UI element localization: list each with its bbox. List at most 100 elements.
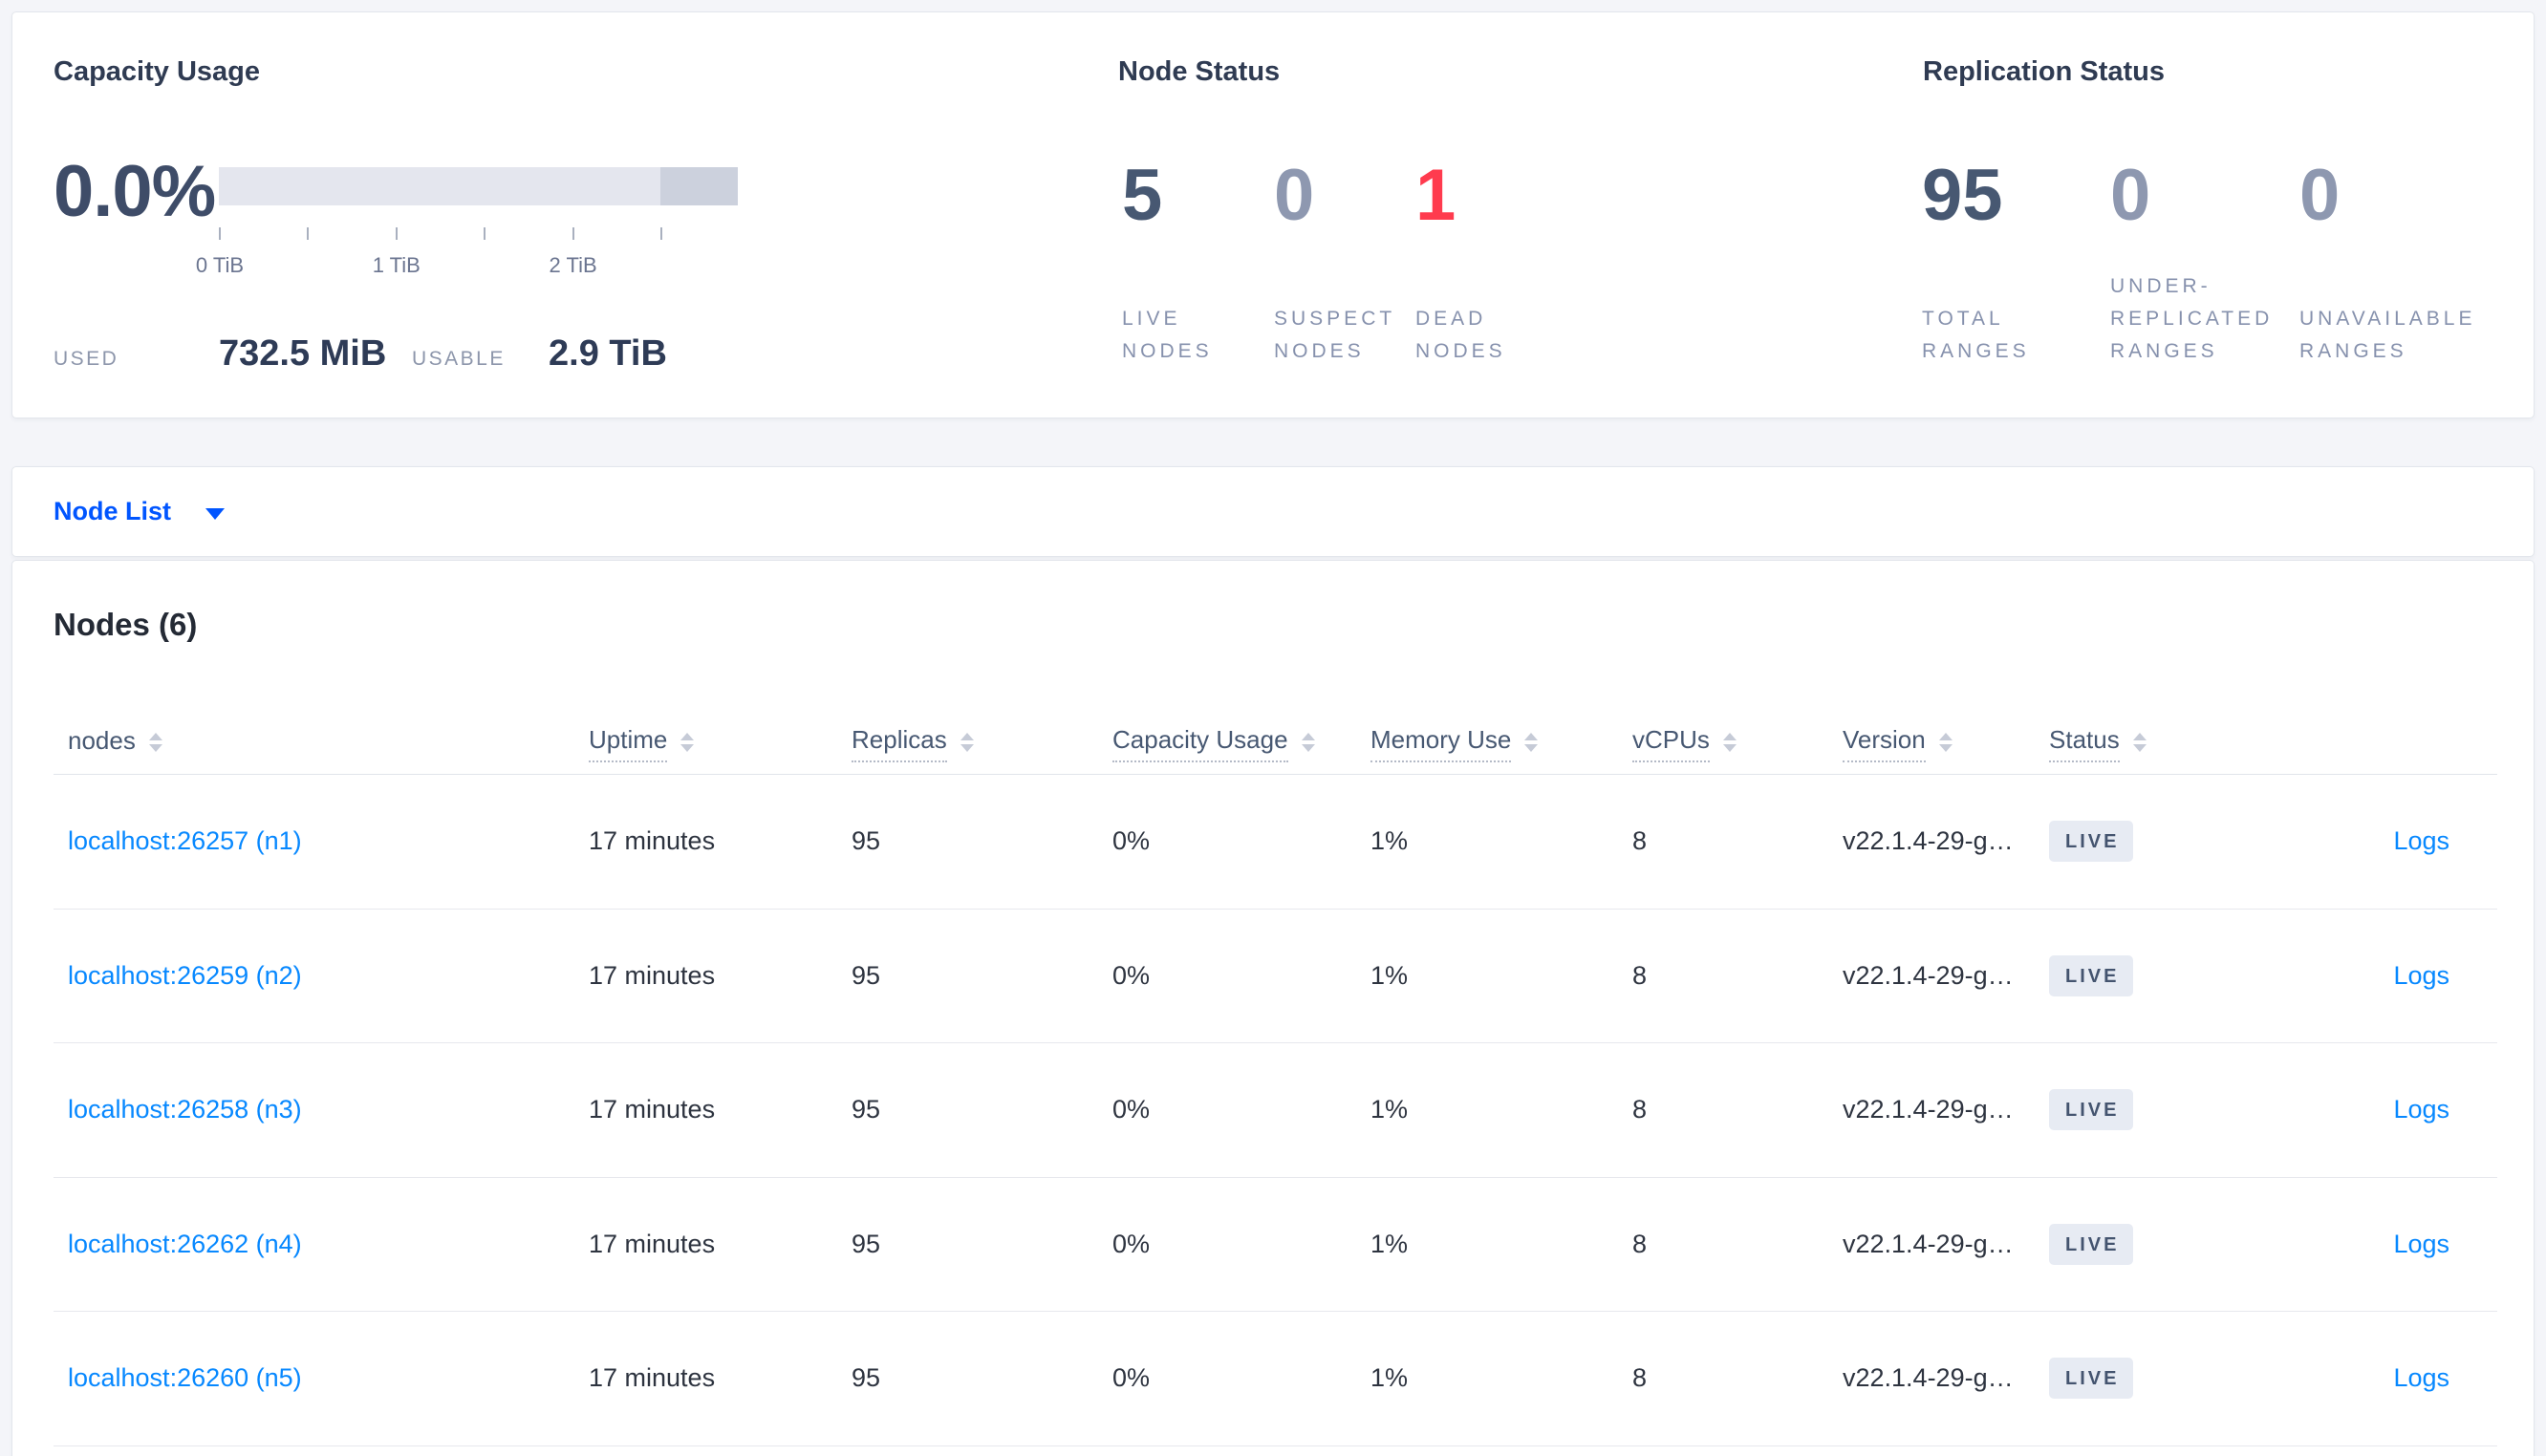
axis-tick-label: 0 TiB	[195, 253, 245, 277]
dead-nodes-label: DEAD NODES	[1415, 308, 1506, 362]
logs-link[interactable]: Logs	[2393, 1095, 2449, 1124]
node-status-title: Node Status	[1118, 56, 1281, 87]
capacity-bar	[219, 167, 738, 205]
version-cell: v22.1.4-29-g…	[1843, 1363, 2014, 1393]
unavailable-ranges-metric: 0 UNAVAILABLE RANGES	[2299, 160, 2514, 368]
table-header-row: nodes Uptime Replicas Capacity Usage Mem…	[54, 714, 2497, 775]
table-row: localhost:26259 (n2) 17 minutes 95 0% 1%…	[54, 910, 2497, 1043]
sort-icon	[148, 732, 162, 752]
column-header-memory-use[interactable]: Memory Use	[1370, 725, 1632, 762]
total-ranges-label: TOTAL RANGES	[1922, 308, 2030, 362]
node-address-link[interactable]: localhost:26260 (n5)	[68, 1363, 302, 1393]
memory-use-cell: 1%	[1370, 1229, 1409, 1258]
axis-tick	[572, 227, 574, 240]
usable-value: 2.9 TiB	[549, 333, 667, 374]
live-nodes-value: 5	[1122, 155, 1163, 236]
node-address-link[interactable]: localhost:26258 (n3)	[68, 1095, 302, 1124]
capacity-bar-reserved-segment	[659, 167, 738, 205]
logs-link[interactable]: Logs	[2393, 1230, 2449, 1259]
replication-metrics: 95 TOTAL RANGES 0 UNDER-REPLICATED RANGE…	[1922, 160, 2514, 368]
used-value: 732.5 MiB	[219, 333, 387, 374]
node-list-dropdown-label: Node List	[54, 497, 172, 525]
sort-icon	[1524, 732, 1539, 752]
status-badge: LIVE	[2049, 1223, 2134, 1265]
axis-tick-label: 2 TiB	[549, 253, 597, 277]
status-badge: LIVE	[2049, 821, 2134, 863]
usable-label: USABLE	[412, 348, 506, 370]
capacity-usage-cell: 0%	[1112, 1095, 1151, 1124]
memory-use-cell: 1%	[1370, 960, 1409, 990]
memory-use-cell: 1%	[1370, 1363, 1409, 1393]
axis-tick	[484, 227, 486, 240]
status-badge: LIVE	[2049, 954, 2134, 996]
column-header-replicas[interactable]: Replicas	[852, 725, 1112, 762]
sort-icon	[2132, 732, 2147, 752]
column-header-version[interactable]: Version	[1843, 725, 2049, 762]
capacity-axis: 0 TiB 1 TiB 2 TiB	[196, 227, 738, 277]
logs-link[interactable]: Logs	[2393, 961, 2449, 991]
version-cell: v22.1.4-29-g…	[1843, 826, 2014, 856]
suspect-nodes-value: 0	[1274, 155, 1315, 236]
under-replicated-ranges-value: 0	[2110, 155, 2151, 236]
total-ranges-value: 95	[1922, 155, 2003, 236]
used-label: USED	[54, 348, 119, 370]
capacity-usage-cell: 0%	[1112, 826, 1151, 856]
uptime-cell: 17 minutes	[589, 1229, 716, 1258]
uptime-cell: 17 minutes	[589, 826, 716, 856]
chevron-down-icon	[205, 507, 226, 520]
replicas-cell: 95	[852, 1095, 881, 1124]
axis-tick	[660, 227, 662, 240]
live-nodes-metric: 5 LIVE NODES	[1122, 160, 1274, 368]
unavailable-ranges-value: 0	[2299, 155, 2341, 236]
column-header-capacity-usage[interactable]: Capacity Usage	[1112, 725, 1370, 762]
node-address-link[interactable]: localhost:26262 (n4)	[68, 1230, 302, 1259]
dead-nodes-metric: 1 DEAD NODES	[1415, 160, 1578, 368]
table-row: localhost:26260 (n5) 17 minutes 95 0% 1%…	[54, 1312, 2497, 1446]
capacity-percent: 0.0%	[54, 151, 216, 232]
suspect-nodes-metric: 0 SUSPECT NODES	[1274, 160, 1415, 368]
version-cell: v22.1.4-29-g…	[1843, 1095, 2014, 1124]
replication-status-title: Replication Status	[1923, 56, 2165, 87]
axis-tick	[219, 227, 221, 240]
version-cell: v22.1.4-29-g…	[1843, 960, 2014, 990]
dead-nodes-value: 1	[1415, 155, 1456, 236]
sort-icon	[1722, 732, 1737, 752]
nodes-table-card: Nodes (6) nodes Uptime Replicas Capacity…	[11, 560, 2535, 1456]
under-replicated-ranges-metric: 0 UNDER-REPLICATED RANGES	[2110, 160, 2299, 368]
suspect-nodes-label: SUSPECT NODES	[1274, 308, 1395, 362]
sort-icon	[1301, 732, 1315, 752]
node-status-metrics: 5 LIVE NODES 0 SUSPECT NODES 1 DEAD NODE…	[1122, 160, 1578, 368]
node-list-dropdown[interactable]: Node List	[54, 497, 226, 526]
replicas-cell: 95	[852, 1363, 881, 1393]
column-header-nodes[interactable]: nodes	[54, 726, 589, 761]
memory-use-cell: 1%	[1370, 1095, 1409, 1124]
column-header-uptime[interactable]: Uptime	[589, 725, 852, 762]
capacity-usage-cell: 0%	[1112, 960, 1151, 990]
axis-tick-label: 1 TiB	[372, 253, 421, 277]
logs-link[interactable]: Logs	[2393, 1363, 2449, 1393]
column-header-status[interactable]: Status	[2049, 725, 2341, 762]
live-nodes-label: LIVE NODES	[1122, 308, 1213, 362]
column-header-vcpus[interactable]: vCPUs	[1632, 725, 1843, 762]
axis-tick	[307, 227, 310, 240]
capacity-usage-cell: 0%	[1112, 1363, 1151, 1393]
node-address-link[interactable]: localhost:26257 (n1)	[68, 826, 302, 856]
status-badge: LIVE	[2049, 1089, 2134, 1131]
unavailable-ranges-label: UNAVAILABLE RANGES	[2299, 308, 2476, 362]
nodes-table: nodes Uptime Replicas Capacity Usage Mem…	[54, 714, 2497, 1446]
vcpus-cell: 8	[1632, 1229, 1648, 1258]
sort-icon	[680, 732, 695, 752]
table-row: localhost:26262 (n4) 17 minutes 95 0% 1%…	[54, 1178, 2497, 1312]
axis-tick	[395, 227, 398, 240]
replicas-cell: 95	[852, 1229, 881, 1258]
capacity-usage-title: Capacity Usage	[54, 56, 260, 87]
table-row: localhost:26258 (n3) 17 minutes 95 0% 1%…	[54, 1043, 2497, 1178]
sort-icon	[1938, 732, 1953, 752]
capacity-usage-cell: 0%	[1112, 1229, 1151, 1258]
vcpus-cell: 8	[1632, 960, 1648, 990]
version-cell: v22.1.4-29-g…	[1843, 1229, 2014, 1258]
logs-link[interactable]: Logs	[2393, 826, 2449, 856]
uptime-cell: 17 minutes	[589, 1363, 716, 1393]
uptime-cell: 17 minutes	[589, 1095, 716, 1124]
node-address-link[interactable]: localhost:26259 (n2)	[68, 961, 302, 991]
